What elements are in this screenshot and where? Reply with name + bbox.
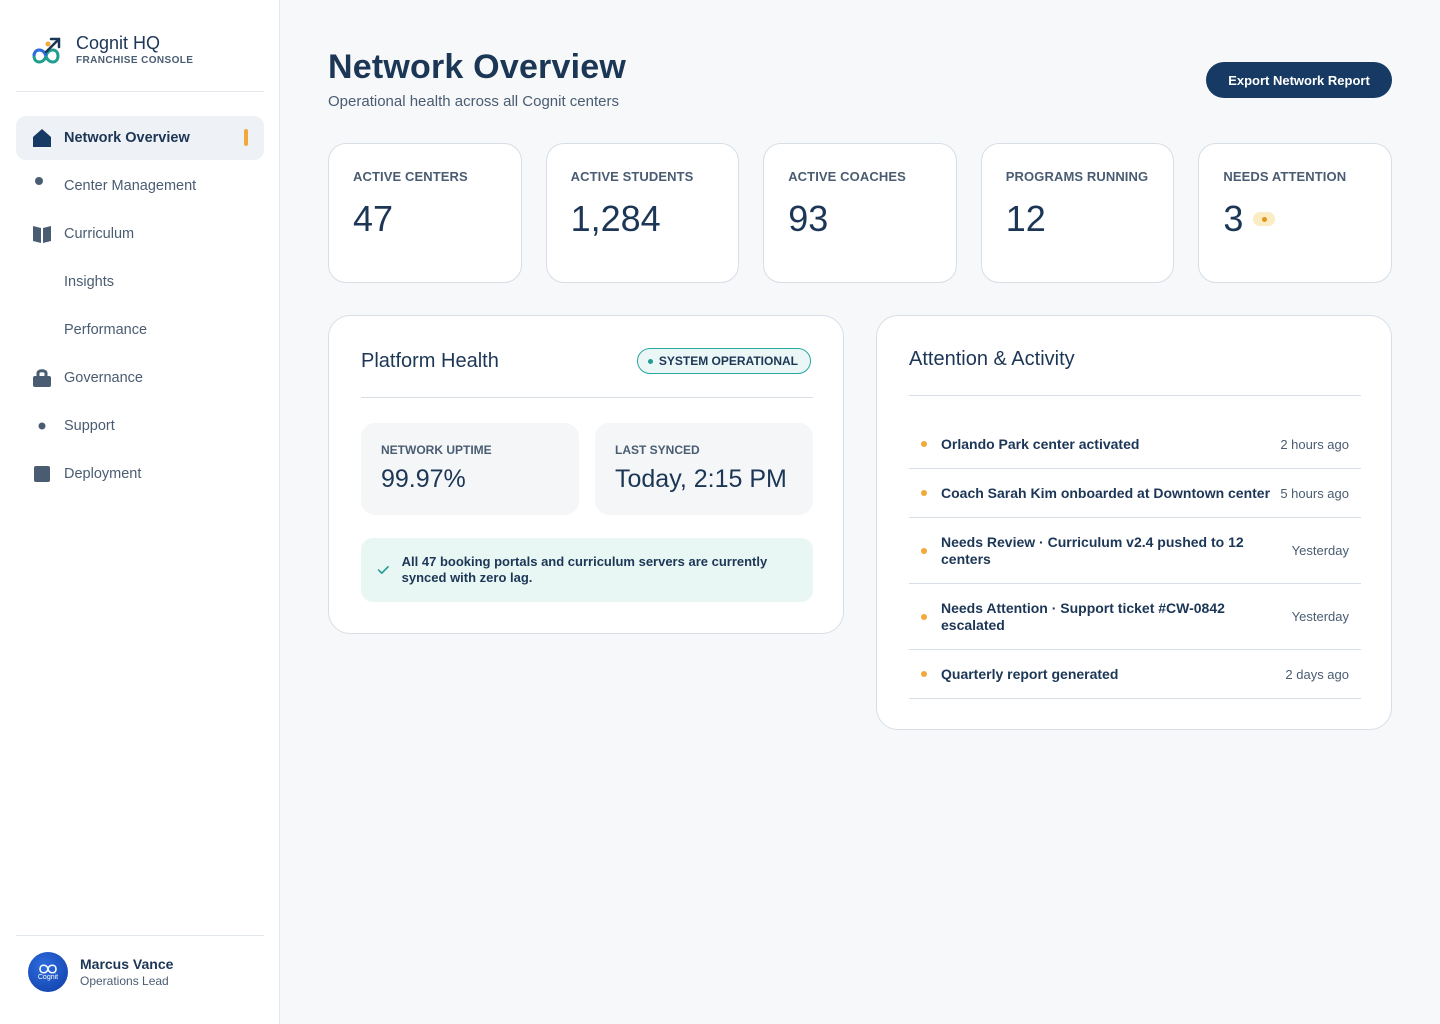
avatar: Cognit [28,952,68,992]
metric-network-uptime: NETWORK UPTIME 99.97% [361,423,579,515]
nav-item-insights[interactable]: Insights [16,260,264,304]
list-item[interactable]: Coach Sarah Kim onboarded at Downtown ce… [909,469,1361,518]
warning-dot-icon [1253,212,1276,226]
metric-label: LAST SYNCED [615,443,700,457]
nav-item-center-management[interactable]: Center Management [16,164,264,208]
kpi-card-programs-running[interactable]: PROGRAMS RUNNING 12 [980,143,1175,283]
book-icon [32,224,52,244]
nav-label: Support [64,418,115,434]
brand-subtitle: FRANCHISE CONSOLE [76,55,194,66]
page-subtitle: Operational health across all Cognit cen… [328,93,619,110]
kpi-value: 47 [353,198,497,240]
kpi-card-needs-attention[interactable]: NEEDS ATTENTION 3 [1198,143,1392,283]
kpi-card-active-centers[interactable]: ACTIVE CENTERS 47 [328,143,522,283]
activity-time: 2 hours ago [1280,436,1349,452]
kpi-label: ACTIVE CENTERS [353,169,468,184]
divider [16,935,264,936]
active-indicator [244,129,248,146]
nav-item-curriculum[interactable]: Curriculum [16,212,264,256]
lock-icon [32,368,52,388]
kpi-value-text: 3 [1223,198,1244,239]
nav-item-deployment[interactable]: Deployment [16,452,264,496]
nav-item-network-overview[interactable]: Network Overview [16,116,264,160]
metric-value: Today, 2:15 PM [615,465,787,493]
kpi-label: NEEDS ATTENTION [1223,169,1347,184]
brand[interactable]: Cognit HQ FRANCHISE CONSOLE [28,32,264,92]
card-title: Attention & Activity [909,348,1075,370]
list-item[interactable]: Needs Attention · Support ticket #CW-084… [909,584,1361,650]
metric-label: NETWORK UPTIME [381,443,492,457]
kpi-value: 3 [1223,198,1367,240]
kpi-value-text: 12 [1005,198,1046,239]
sidebar-nav: Network Overview Center Management Curri… [16,116,264,500]
square-icon [32,464,52,484]
kpi-card-active-coaches[interactable]: ACTIVE COACHES 93 [763,143,957,283]
orange-dot-icon [921,547,927,554]
activity-text: Needs Review · Curriculum v2.4 pushed to… [941,533,1244,567]
status-badge: SYSTEM OPERATIONAL [636,348,811,374]
brand-title: Cognit HQ [76,33,161,53]
metric-last-synced: LAST SYNCED Today, 2:15 PM [595,423,813,515]
kpi-row: ACTIVE CENTERS 47 ACTIVE STUDENTS 1,284 … [328,143,1392,283]
nav-label: Performance [64,322,148,338]
kpi-label: ACTIVE STUDENTS [570,169,694,184]
platform-health-card: Platform Health SYSTEM OPERATIONAL NETWO… [328,315,844,634]
user-role: Operations Lead [80,974,169,988]
nav-item-governance[interactable]: Governance [16,356,264,400]
home-icon [32,128,52,148]
avatar-text: Cognit [37,973,59,981]
attention-activity-card: Attention & Activity Orlando Park center… [876,315,1392,730]
list-item[interactable]: Quarterly report generated 2 days ago [909,650,1361,699]
user-profile[interactable]: Cognit Marcus Vance Operations Lead [28,952,173,992]
nav-label: Insights [64,274,114,290]
export-network-report-button[interactable]: Export Network Report [1206,62,1392,98]
kpi-value-text: 1,284 [570,198,661,239]
list-item[interactable]: Orlando Park center activated 2 hours ag… [909,420,1361,469]
dot-icon [32,416,52,436]
nav-label: Deployment [64,466,142,482]
nav-label: Governance [64,370,143,386]
activity-text: Coach Sarah Kim onboarded at Downtown ce… [941,484,1271,501]
sync-note-text: All 47 booking portals and curriculum se… [401,554,768,585]
check-icon [377,566,389,574]
activity-text: Needs Attention · Support ticket #CW-084… [941,599,1225,633]
activity-text: Orlando Park center activated [941,435,1140,452]
user-name: Marcus Vance [80,956,174,972]
kpi-value-text: 47 [353,198,394,239]
nav-label: Center Management [64,178,197,194]
nav-label: Curriculum [64,226,135,242]
kpi-value: 1,284 [571,198,715,240]
kpi-card-active-students[interactable]: ACTIVE STUDENTS 1,284 [545,143,740,283]
status-dot-icon [647,358,653,364]
orange-dot-icon [921,441,927,447]
activity-time: Yesterday [1291,609,1349,624]
activity-time: Yesterday [1291,543,1349,558]
card-title: Platform Health [361,350,499,372]
activity-list: Orlando Park center activated 2 hours ag… [909,395,1361,699]
activity-time: 2 days ago [1285,666,1349,682]
page-title: Network Overview [328,48,626,86]
sync-status-note: All 47 booking portals and curriculum se… [361,538,813,602]
nav-item-support[interactable]: Support [16,404,264,448]
kpi-value: 93 [788,198,932,240]
divider [16,91,264,92]
kpi-value: 12 [1006,198,1150,240]
activity-text: Quarterly report generated [941,665,1119,682]
activity-time: 5 hours ago [1280,485,1349,501]
nav-item-performance[interactable]: Performance [16,308,264,352]
orange-dot-icon [921,490,927,496]
nav-label: Network Overview [64,130,190,146]
orange-dot-icon [921,613,927,620]
sidebar: Cognit HQ FRANCHISE CONSOLE Network Over… [0,0,280,1024]
list-item[interactable]: Needs Review · Curriculum v2.4 pushed to… [909,518,1361,584]
kpi-label: PROGRAMS RUNNING [1005,169,1149,184]
metric-value: 99.97% [381,465,466,493]
divider [361,397,813,398]
dot-icon [32,176,52,196]
orange-dot-icon [921,671,927,677]
kpi-label: ACTIVE COACHES [788,169,906,184]
status-text: SYSTEM OPERATIONAL [658,354,798,368]
kpi-value-text: 93 [788,198,829,239]
cognit-logo-icon [32,37,61,64]
